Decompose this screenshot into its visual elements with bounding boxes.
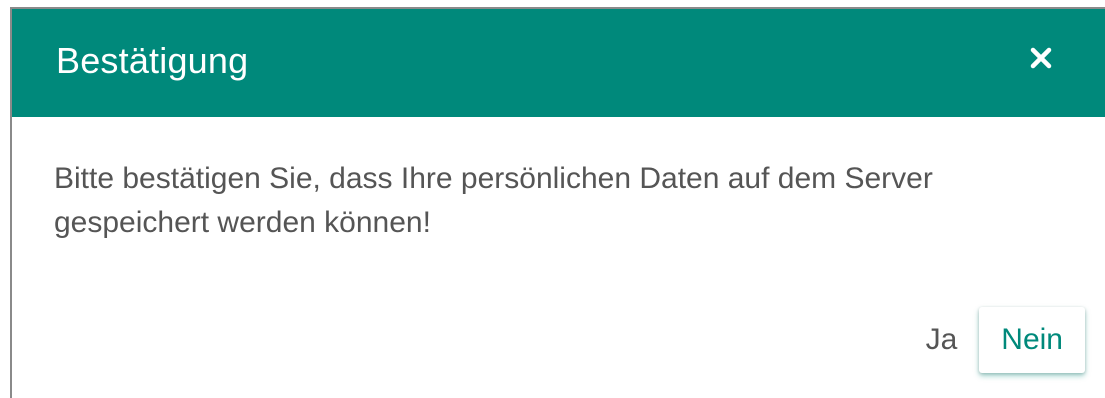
no-button[interactable]: Nein: [979, 307, 1085, 373]
yes-button[interactable]: Ja: [918, 313, 966, 367]
dialog-header: Bestätigung: [12, 9, 1105, 117]
close-button[interactable]: [1021, 38, 1061, 78]
dialog-title: Bestätigung: [56, 40, 249, 81]
dialog-message: Bitte bestätigen Sie, dass Ihre persönli…: [54, 162, 933, 239]
confirmation-dialog: Bestätigung Bitte bestätigen Sie, dass I…: [10, 7, 1105, 398]
close-icon: [1030, 47, 1052, 69]
dialog-actions: Ja Nein: [918, 305, 1085, 375]
screen: Bestätigung Bitte bestätigen Sie, dass I…: [0, 0, 1105, 398]
